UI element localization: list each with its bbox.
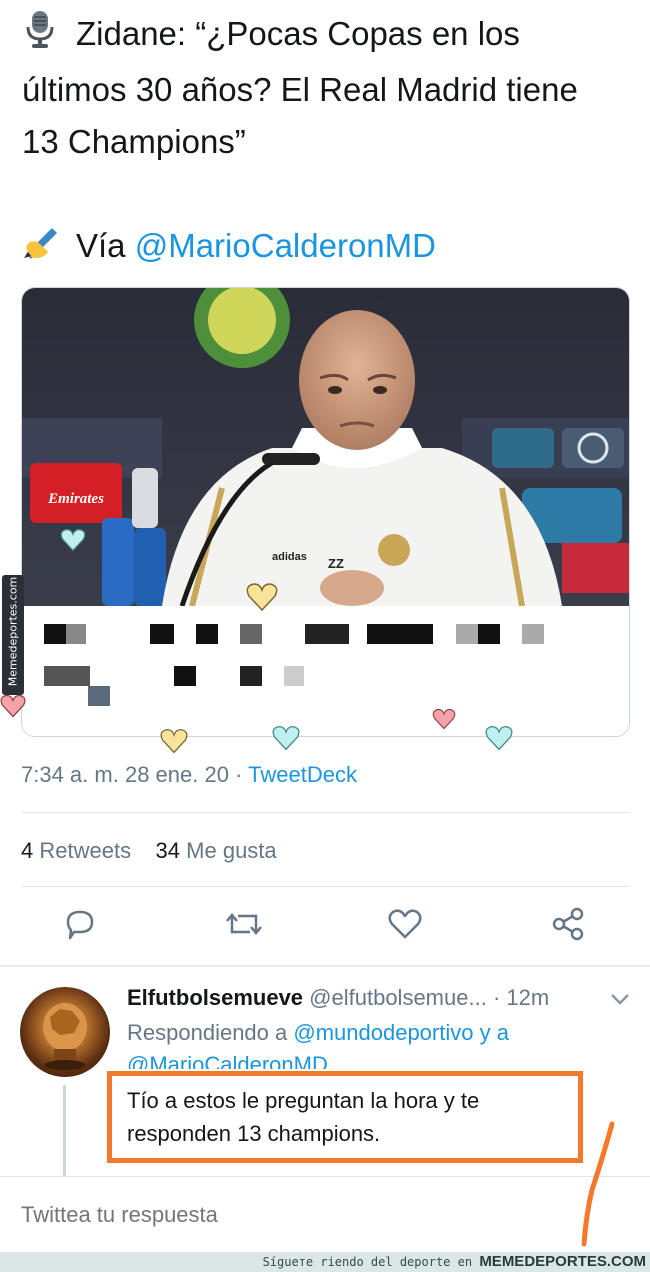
likes-label: Me gusta: [186, 838, 277, 863]
blue-heart-icon: [485, 725, 513, 751]
ballon-dor-avatar-image: [43, 1003, 87, 1070]
yellow-heart-icon: [246, 583, 278, 612]
likes-stat[interactable]: 34 Me gusta: [156, 838, 277, 863]
share-button[interactable]: [550, 906, 590, 950]
divider: [21, 886, 630, 887]
avatar[interactable]: [20, 987, 110, 1077]
blue-heart-icon: [60, 528, 86, 552]
chevron-down-icon[interactable]: [608, 989, 632, 1009]
reply-author-handle[interactable]: @elfutbolsemue...: [309, 985, 487, 1010]
reply-icon: [66, 910, 94, 940]
press-conference-photo[interactable]: Emirates adidas ZZ: [22, 288, 630, 606]
tweet-source-link[interactable]: TweetDeck: [248, 762, 357, 787]
heart-icon: [388, 909, 422, 939]
retweets-stat[interactable]: 4 Retweets: [21, 838, 131, 863]
tweet-line-3: 13 Champions”: [22, 122, 246, 160]
thread-line: [63, 1085, 66, 1177]
reply-text-line-1: Tío a estos le preguntan la hora y te: [127, 1088, 480, 1113]
blue-heart-icon: [272, 725, 300, 751]
zz-initials: ZZ: [328, 556, 344, 571]
reply-text: Tío a estos le preguntan la hora y te re…: [127, 1084, 479, 1150]
orange-annotation-stroke: [581, 1121, 615, 1247]
via-prefix: Vía: [76, 226, 126, 264]
writing-hand-icon: [22, 222, 66, 275]
reply-input[interactable]: [21, 1202, 581, 1228]
adidas-label: adidas: [272, 551, 307, 563]
reply-button[interactable]: [62, 906, 102, 950]
replying-to: Respondiendo a @mundodeportivo y a @Mari…: [127, 1017, 509, 1069]
retweets-label: Retweets: [39, 838, 132, 863]
retweet-icon: [226, 913, 262, 935]
side-watermark: Memedeportes.com: [2, 575, 24, 695]
reply-tweet[interactable]: Elfutbolsemueve @elfutbolsemue... · 12m …: [0, 967, 650, 1177]
replying-prefix: Respondiendo a: [127, 1020, 288, 1045]
tweet-text: Zidane: “¿Pocas Copas en los últimos 30 …: [22, 8, 632, 275]
footer-site: MEMEDEPORTES.COM: [479, 1253, 646, 1270]
retweets-count: 4: [21, 838, 34, 863]
reply-time: · 12m: [492, 985, 550, 1010]
obscured-caption: [22, 606, 629, 736]
replying-to-link-2[interactable]: @MarioCalderonMD: [127, 1052, 328, 1069]
reply-text-line-2: responden 13 champions.: [127, 1121, 381, 1146]
media-card[interactable]: Emirates adidas ZZ: [21, 287, 630, 737]
via-handle-link[interactable]: @MarioCalderonMD: [135, 227, 436, 264]
reply-author-name[interactable]: Elfutbolsemueve: [127, 985, 303, 1010]
retweet-button[interactable]: [224, 906, 264, 950]
footer-watermark: Sígueте riendo del deporte en MEMEDEPORT…: [0, 1252, 650, 1272]
microphone-icon: [22, 9, 66, 64]
likes-count: 34: [155, 838, 181, 863]
footer-text: Sígueте riendo del deporte en: [262, 1255, 473, 1269]
reply-header: Elfutbolsemueve @elfutbolsemue... · 12m: [127, 985, 549, 1011]
replying-to-link-1[interactable]: @mundodeportivo: [293, 1020, 473, 1045]
tweet-actions: [0, 906, 650, 950]
tweet-line-1: Zidane: “¿Pocas Copas en los: [76, 15, 520, 52]
compose-bar: [0, 1176, 650, 1252]
emirates-label: Emirates: [47, 491, 104, 507]
divider: [21, 812, 630, 813]
like-button[interactable]: [387, 906, 427, 950]
pink-heart-icon: [432, 708, 456, 730]
tweet-meta: 7:34 a. m. 28 ene. 20 · TweetDeck: [21, 762, 357, 788]
tweet-line-2: últimos 30 años? El Real Madrid tiene: [22, 70, 578, 108]
meta-separator: ·: [235, 762, 243, 787]
yellow-heart-icon: [160, 728, 188, 754]
tweet-time: 7:34 a. m.: [21, 762, 119, 787]
side-watermark-text: Memedeportes.com: [6, 576, 20, 687]
tweet-stats: 4 Retweets 34 Me gusta: [21, 838, 277, 864]
replying-and: y a: [479, 1020, 509, 1045]
share-icon: [552, 907, 584, 941]
tweet-date: 28 ene. 20: [124, 762, 229, 787]
